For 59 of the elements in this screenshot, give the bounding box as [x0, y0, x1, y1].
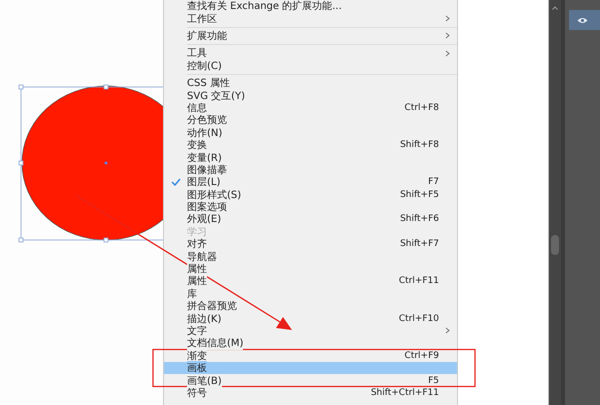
menu-label: 文档信息(M) — [187, 336, 244, 350]
shortcut-label: Ctrl+F9 — [404, 350, 439, 361]
selected-circle[interactable] — [18, 84, 163, 242]
menu-label: CSS 属性 — [187, 76, 230, 90]
menu-label: 导航器 — [187, 250, 217, 264]
shortcut-label: Shift+Ctrl+F11 — [370, 388, 439, 398]
menu-item[interactable]: 工作区 — [164, 12, 457, 25]
menu-item[interactable]: 对齐 Shift+F7 — [164, 238, 457, 250]
shortcut-label: Ctrl+F10 — [398, 314, 439, 324]
menu-item[interactable]: 拼合器预览 — [164, 300, 457, 312]
chevron-right-icon — [444, 50, 450, 57]
menu-item[interactable]: 导航器 — [164, 250, 457, 263]
checkmark-icon — [170, 178, 180, 186]
menu-item[interactable]: 分色预览 — [164, 114, 457, 127]
menu-item[interactable]: 查找有关 Exchange 的扩展功能... — [164, 0, 457, 12]
menu-item[interactable]: 扩展功能 — [164, 30, 457, 42]
shortcut-label: Ctrl+F8 — [404, 102, 439, 113]
menu-item[interactable]: 描边(K) Ctrl+F10 — [164, 312, 457, 325]
menu-item[interactable]: 画板 — [164, 362, 457, 374]
menu-label: 分色预览 — [187, 113, 227, 128]
eye-icon[interactable] — [577, 16, 588, 24]
chevron-right-icon — [444, 327, 450, 334]
menu-item[interactable]: 图层(L) F7 — [164, 176, 457, 188]
menu-label: 图层(L) — [187, 175, 220, 190]
scroll-thumb[interactable] — [551, 235, 559, 255]
menu-item[interactable]: 外观(E) Shift+F6 — [164, 213, 457, 226]
menu-label: 变换 — [187, 138, 207, 152]
shortcut-label: Ctrl+F11 — [398, 276, 439, 286]
shortcut-label: Shift+F7 — [400, 239, 439, 250]
menu-item[interactable]: 符号 Shift+Ctrl+F11 — [164, 386, 457, 400]
shortcut-label: Shift+F6 — [400, 214, 439, 224]
scrollbar[interactable] — [549, 0, 561, 405]
menu-item[interactable]: 文档信息(M) — [164, 337, 457, 350]
shortcut-label: F5 — [428, 376, 439, 386]
menu-item[interactable]: SVG 交互(Y) — [164, 89, 457, 102]
menu-label: 外观(E) — [187, 212, 222, 226]
scroll-up-icon[interactable] — [552, 6, 558, 10]
menu-label: 拼合器预览 — [187, 299, 237, 314]
chevron-right-icon — [444, 15, 450, 22]
menu-item[interactable]: CSS 属性 — [164, 76, 457, 90]
chevron-right-icon — [444, 32, 450, 40]
menu-item[interactable]: 属性 Ctrl+F11 — [164, 275, 457, 288]
menu-label: 控制(C) — [187, 58, 222, 73]
layer-row[interactable] — [569, 10, 600, 30]
shortcut-label: F7 — [428, 177, 439, 188]
menu-label: 画板 — [187, 361, 207, 376]
menu-item[interactable]: 画笔(B) F5 — [164, 374, 457, 387]
menu-label: 查找有关 Exchange 的扩展功能... — [187, 0, 342, 14]
shortcut-label: Shift+F8 — [400, 140, 439, 150]
menu-label: 工具 — [187, 46, 207, 60]
menu-label: SVG 交互(Y) — [187, 88, 246, 103]
menu-label: 图形样式(S) — [187, 188, 242, 202]
shortcut-label: Shift+F5 — [400, 190, 439, 200]
menu-label: 扩展功能 — [187, 28, 227, 43]
menu-label: 符号 — [187, 386, 207, 400]
menu-label: 属性 — [187, 274, 207, 288]
menu-label: 工作区 — [187, 12, 217, 26]
menu-item[interactable]: 控制(C) — [164, 60, 457, 72]
menu-label: 对齐 — [187, 237, 207, 252]
